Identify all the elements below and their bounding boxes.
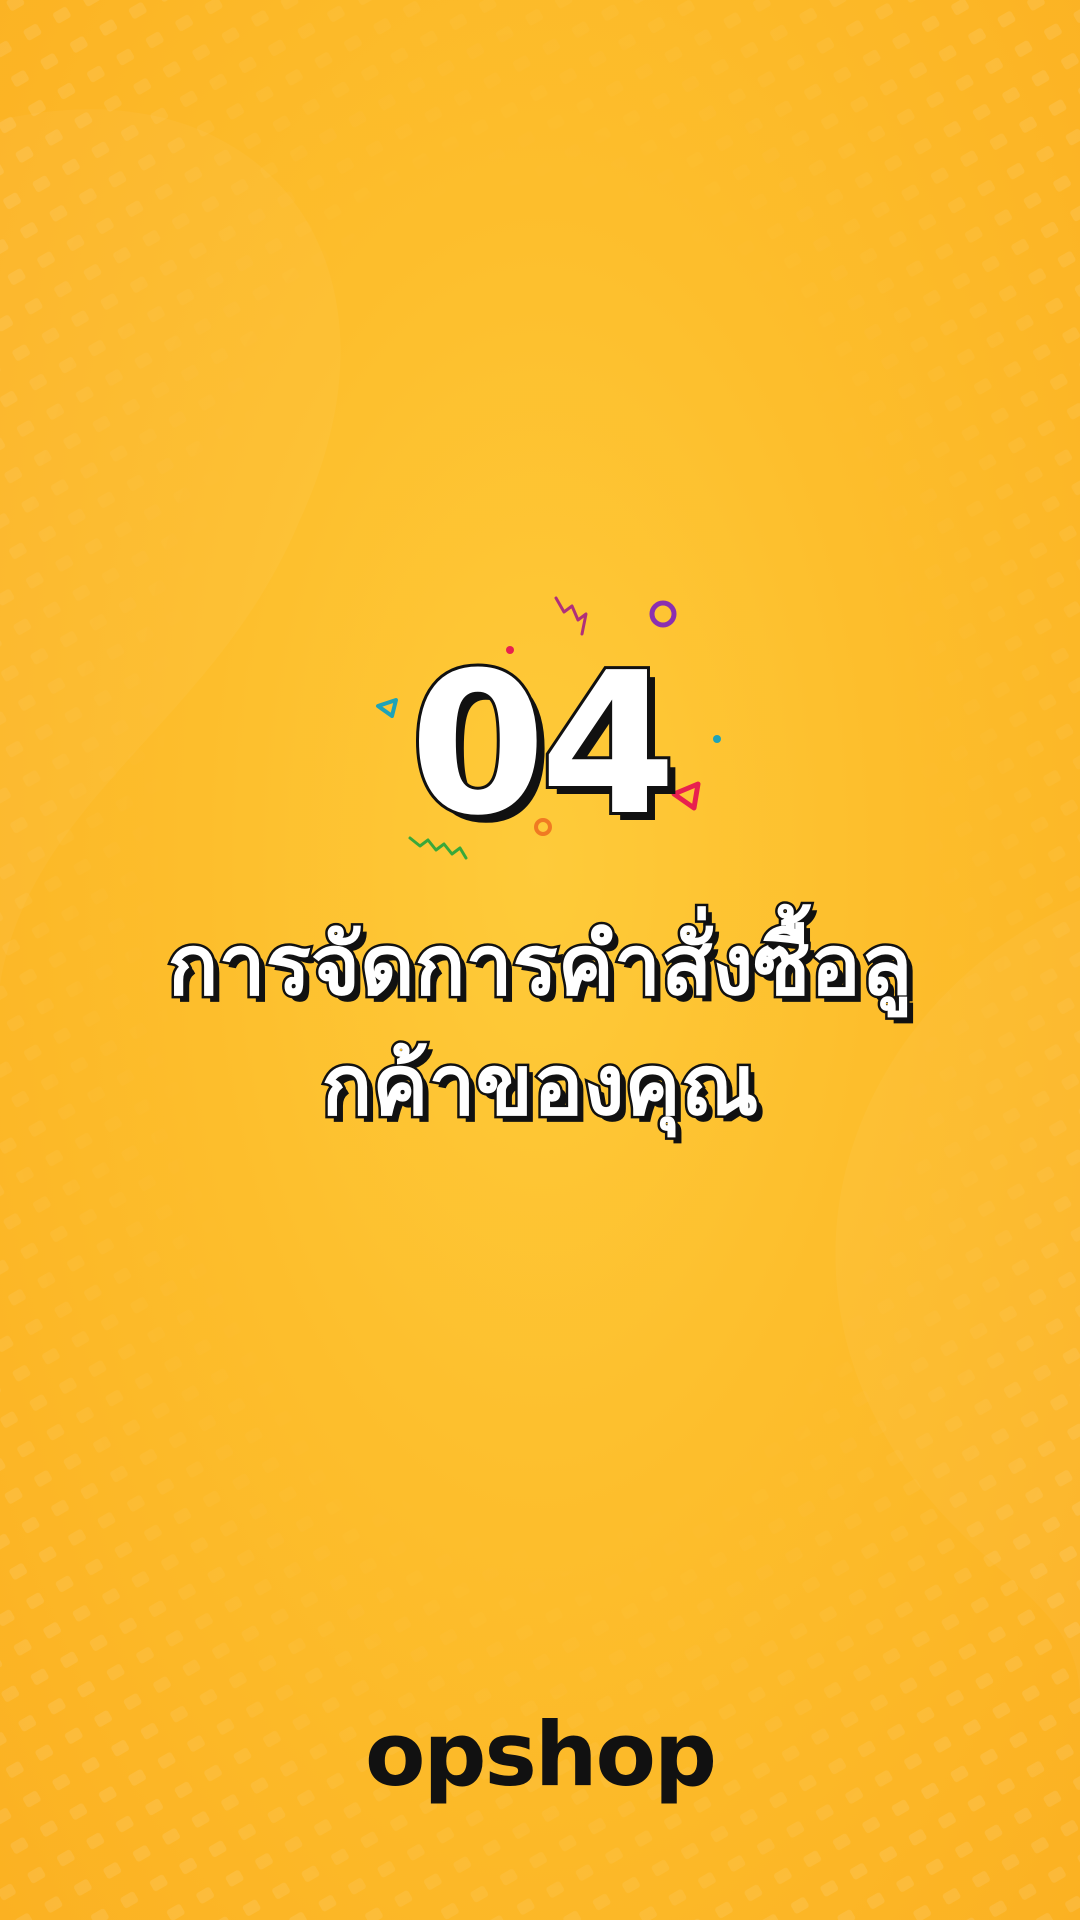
slide-title-line-1: การจัดการคำสั่งซื้อลู	[165, 914, 915, 1017]
brand-logo: opshop	[365, 1703, 717, 1806]
slide-title: การจัดการคำสั่งซื้อลู กค้าของคุณ	[60, 905, 1020, 1145]
slide-title-line-2: กค้าของคุณ	[319, 1034, 761, 1137]
step-number: 04	[407, 631, 680, 859]
